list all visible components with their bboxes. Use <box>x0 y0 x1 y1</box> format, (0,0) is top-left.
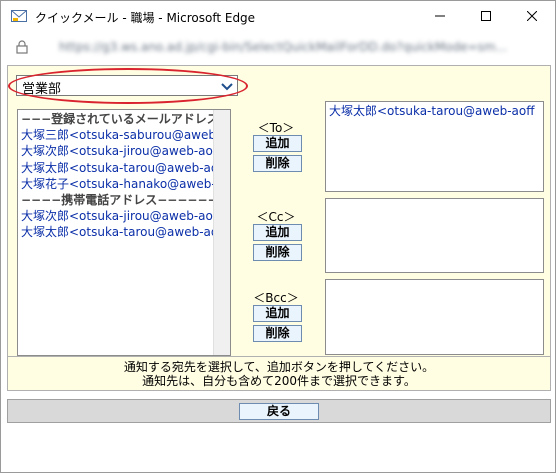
minimize-icon <box>435 10 445 24</box>
lock-icon <box>16 40 28 54</box>
back-button[interactable]: 戻る <box>239 403 319 420</box>
address-list[interactable]: −−−登録されているメールアドレス 大塚三郎<otsuka-saburou@awe… <box>17 109 231 356</box>
cc-remove-button[interactable]: 削除 <box>253 244 302 261</box>
address-list-item[interactable]: 大塚太郎<otsuka-tarou@aweb-aoff <box>18 160 214 176</box>
bcc-add-button[interactable]: 追加 <box>253 305 302 322</box>
address-list-item[interactable]: 大塚次郎<otsuka-jirou@aweb-aoff <box>18 143 214 159</box>
department-select[interactable]: 営業部 <box>16 75 238 97</box>
info-message: 通知する宛先を選択して、追加ボタンを押してください。 通知先は、自分も含めて20… <box>7 357 551 391</box>
address-selection-panel: 営業部 −−−登録されているメールアドレス 大塚三郎<otsuka-saburou… <box>7 65 551 357</box>
chevron-down-icon <box>221 81 233 91</box>
bcc-recipient-list[interactable] <box>325 279 544 355</box>
window-title: クイックメール - 職場 - Microsoft Edge <box>35 11 256 25</box>
address-list-header[interactable]: −−−−携帯電話アドレス−−−−−−−−−−− <box>18 192 214 208</box>
cc-label: ＜Cc＞ <box>256 210 296 224</box>
address-bar: https://g3.ws.ano.ad.jp/cgi-bin/SelectQu… <box>1 32 555 62</box>
address-list-item[interactable]: 大塚次郎<otsuka-jirou@aweb-aoff <box>18 208 214 224</box>
to-recipient-list[interactable]: 大塚太郎<otsuka-tarou@aweb-aoff <box>325 101 544 192</box>
address-list-scrollbar[interactable] <box>213 110 230 355</box>
title-bar: クイックメール - 職場 - Microsoft Edge <box>1 1 555 32</box>
address-list-item[interactable]: 大塚三郎<otsuka-saburou@aweb-aoff <box>18 127 214 143</box>
address-list-item[interactable]: 大塚花子<otsuka-hanako@aweb-aoff <box>18 176 214 192</box>
close-button[interactable] <box>509 1 555 32</box>
mail-app-icon <box>11 9 27 23</box>
maximize-button[interactable] <box>463 1 509 32</box>
bcc-label: ＜Bcc＞ <box>253 291 299 305</box>
department-select-value: 営業部 <box>22 82 62 97</box>
info-line-1: 通知する宛先を選択して、追加ボタンを押してください。 <box>123 360 435 374</box>
close-icon <box>526 10 538 24</box>
cc-add-button[interactable]: 追加 <box>253 224 302 241</box>
to-label: ＜To＞ <box>257 121 295 135</box>
address-list-header[interactable]: −−−登録されているメールアドレス <box>18 111 214 127</box>
address-list-item[interactable]: 大塚太郎<otsuka-tarou@aweb-aoff <box>18 224 214 240</box>
cc-recipient-list[interactable] <box>325 198 544 273</box>
maximize-icon <box>481 10 491 24</box>
info-line-2: 通知先は、自分も含めて200件まで選択できます。 <box>142 374 416 388</box>
minimize-button[interactable] <box>417 1 463 32</box>
url-text: https://g3.ws.ano.ad.jp/cgi-bin/SelectQu… <box>59 40 508 54</box>
footer-bar: 戻る <box>7 399 551 423</box>
page-content: 営業部 −−−登録されているメールアドレス 大塚三郎<otsuka-saburou… <box>7 65 551 468</box>
to-remove-button[interactable]: 削除 <box>253 155 302 172</box>
to-add-button[interactable]: 追加 <box>253 135 302 152</box>
address-list-items: −−−登録されているメールアドレス 大塚三郎<otsuka-saburou@awe… <box>18 111 214 241</box>
browser-window: クイックメール - 職場 - Microsoft Edge https://g3… <box>0 0 556 473</box>
bcc-remove-button[interactable]: 削除 <box>253 325 302 342</box>
to-recipient-item[interactable]: 大塚太郎<otsuka-tarou@aweb-aoff <box>326 102 543 119</box>
